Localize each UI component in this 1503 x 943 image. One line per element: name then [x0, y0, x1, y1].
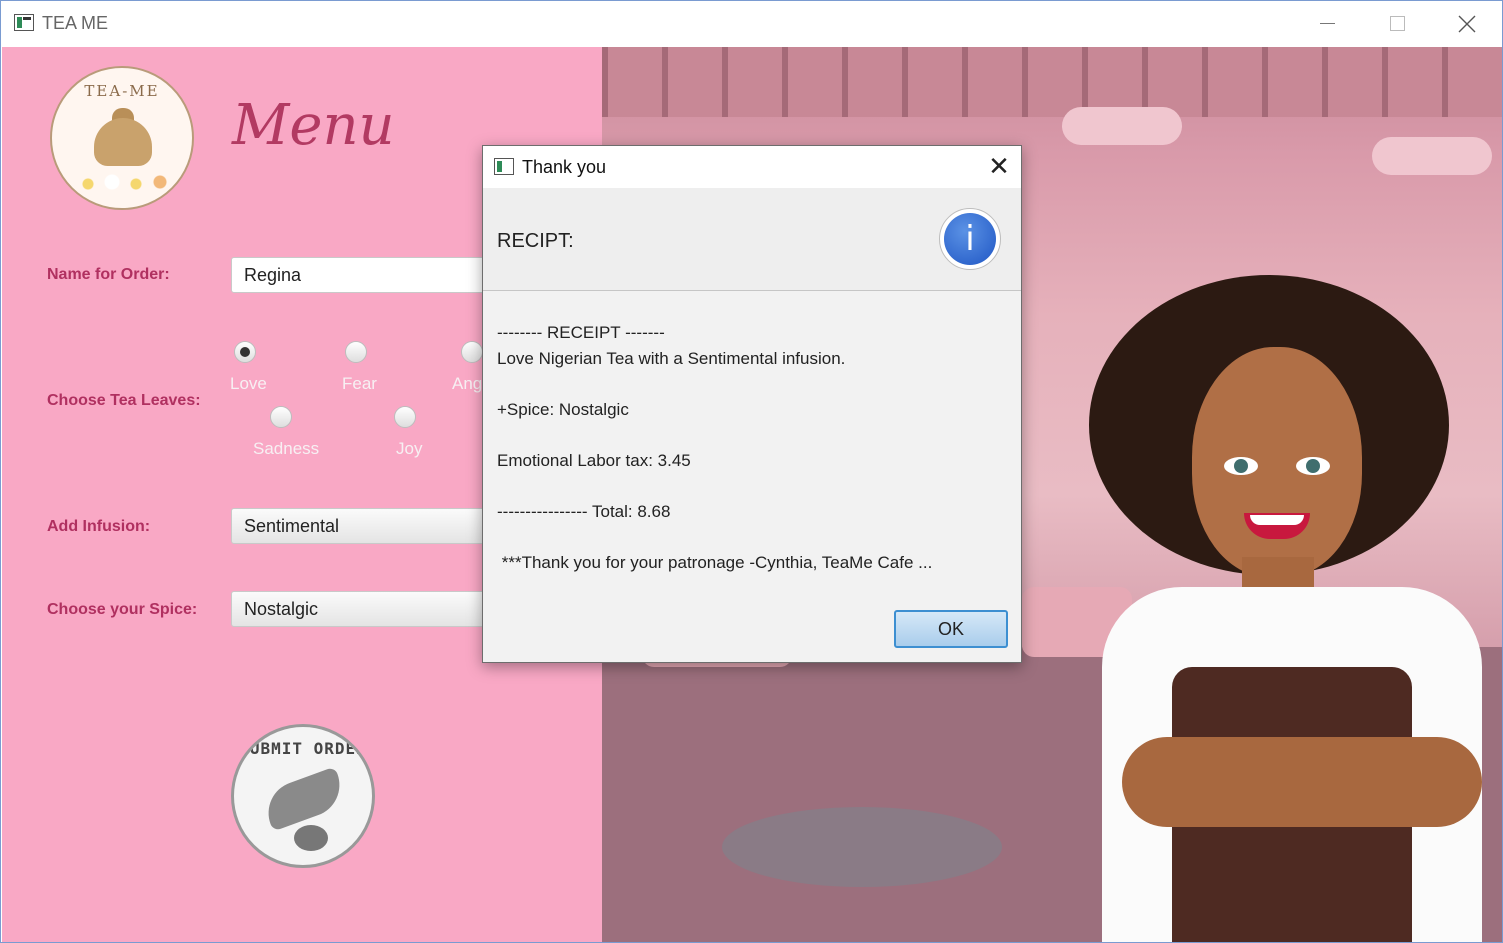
- java-app-icon: [14, 14, 34, 31]
- radio-anger-label: Ang: [452, 374, 483, 393]
- barista-face: [1192, 347, 1362, 577]
- receipt-line: [497, 524, 1007, 550]
- dialog-header-text: RECIPT:: [497, 230, 574, 252]
- receipt-line: Emotional Labor tax: 3.45: [497, 450, 691, 470]
- receipt-line: [497, 422, 1007, 448]
- info-icon: i: [939, 208, 1001, 270]
- dialog-close-button[interactable]: ✕: [977, 146, 1021, 188]
- spice-select[interactable]: Nostalgic: [231, 591, 503, 627]
- cafe-table: [722, 807, 1002, 887]
- tea-me-logo: TEA-ME: [50, 66, 194, 210]
- hand-tea-icon: [259, 766, 349, 832]
- radio-love-label: Love: [230, 374, 267, 393]
- minimize-button[interactable]: [1292, 1, 1362, 46]
- menu-title: Menu: [232, 93, 395, 158]
- receipt-line: -------- RECEIPT -------: [497, 323, 665, 342]
- receipt-line: ***Thank you for your patronage -Cynthia…: [497, 552, 933, 572]
- receipt-line: +Spice: Nostalgic: [497, 399, 629, 419]
- ok-button[interactable]: OK: [894, 610, 1008, 648]
- dialog-titlebar: Thank you ✕: [483, 146, 1021, 188]
- window-close-button[interactable]: [1432, 1, 1502, 46]
- window-title: TEA ME: [42, 13, 109, 33]
- infusion-select[interactable]: Sentimental: [231, 508, 503, 544]
- teapot-icon: [94, 118, 152, 166]
- maximize-button[interactable]: [1362, 1, 1432, 46]
- radio-joy[interactable]: [394, 406, 416, 428]
- barista-eye: [1224, 457, 1258, 475]
- receipt-line: ---------------- Total: 8.68: [497, 501, 671, 521]
- info-glyph: i: [944, 213, 996, 265]
- barista-crossed-arms: [1122, 737, 1482, 827]
- radio-sadness[interactable]: [270, 406, 292, 428]
- radio-sadness-label: Sadness: [253, 439, 320, 458]
- flowers-decoration: [76, 172, 172, 196]
- minimize-icon: [1319, 23, 1335, 24]
- radio-fear[interactable]: [345, 341, 367, 363]
- window-titlebar: TEA ME: [1, 1, 1502, 46]
- ceiling-lamp: [1372, 137, 1492, 175]
- barista-smile: [1244, 513, 1310, 539]
- receipt-body: -------- RECEIPT ------- Love Nigerian T…: [497, 320, 1007, 575]
- radio-fear-label: Fear: [342, 374, 377, 393]
- infusion-label: Add Infusion:: [47, 518, 151, 535]
- thank-you-dialog: Thank you ✕ RECIPT: i -------- RECEIPT -…: [482, 145, 1022, 663]
- dialog-header: RECIPT: i: [483, 188, 1021, 291]
- spice-label: Choose your Spice:: [47, 601, 198, 618]
- receipt-line: Love Nigerian Tea with a Sentimental inf…: [497, 348, 846, 368]
- flower-icon: [294, 825, 328, 851]
- radio-joy-label: Joy: [396, 439, 423, 458]
- dialog-title: Thank you: [522, 157, 607, 177]
- receipt-line: [497, 473, 1007, 499]
- ceiling-beams: [602, 47, 1502, 117]
- ceiling-lamp: [1062, 107, 1182, 145]
- radio-love[interactable]: [234, 341, 256, 363]
- radio-anger[interactable]: [461, 341, 483, 363]
- tea-leaves-label: Choose Tea Leaves:: [47, 392, 201, 409]
- maximize-icon: [1389, 16, 1405, 31]
- name-input[interactable]: Regina: [231, 257, 503, 293]
- name-label: Name for Order:: [47, 266, 170, 283]
- close-icon: ✕: [988, 152, 1010, 182]
- logo-text: TEA-ME: [84, 82, 160, 100]
- receipt-line: [497, 371, 1007, 397]
- submit-order-label: SUBMIT ORDER: [239, 739, 367, 758]
- close-icon: [1458, 15, 1476, 32]
- tea-me-window: TEA ME TEA-ME Menu Name for Order: Regin…: [0, 0, 1503, 943]
- java-app-icon: [494, 158, 514, 175]
- barista-eye: [1296, 457, 1330, 475]
- submit-order-button[interactable]: SUBMIT ORDER: [231, 724, 375, 868]
